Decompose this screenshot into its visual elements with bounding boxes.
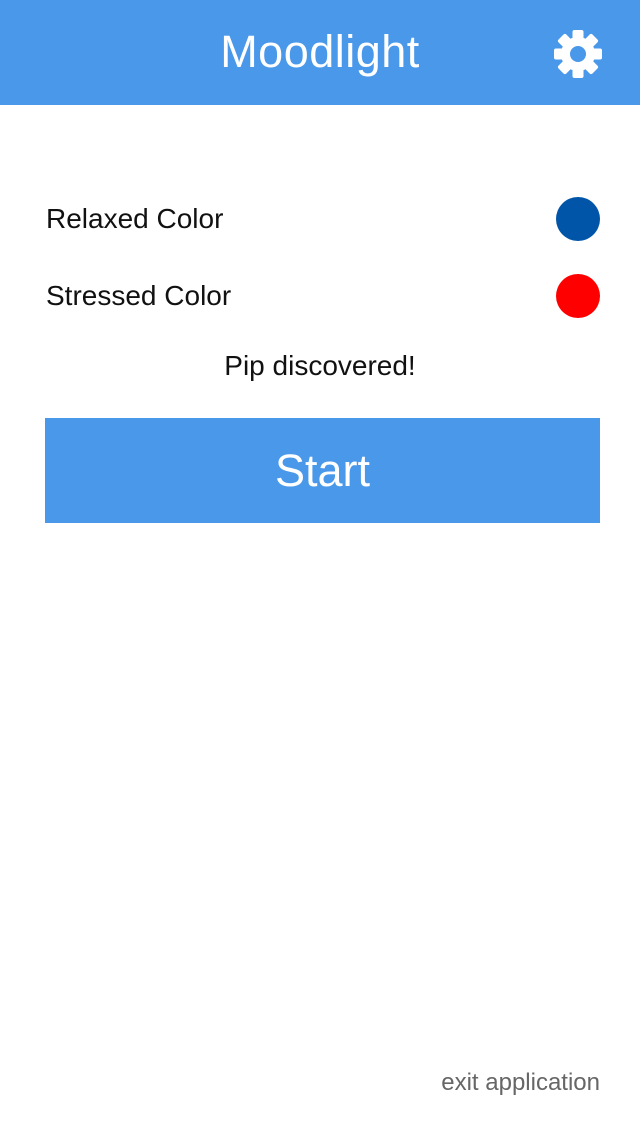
app-header: Moodlight bbox=[0, 0, 640, 105]
settings-button[interactable] bbox=[552, 28, 604, 80]
exit-application-link[interactable]: exit application bbox=[441, 1067, 600, 1099]
gear-icon bbox=[554, 30, 602, 78]
stressed-color-swatch[interactable] bbox=[556, 274, 600, 318]
stressed-color-label: Stressed Color bbox=[46, 280, 232, 311]
app-screen: Moodlight Relaxed Color Stressed Color P… bbox=[0, 0, 640, 1136]
relaxed-color-swatch[interactable] bbox=[556, 197, 600, 241]
app-title: Moodlight bbox=[220, 26, 420, 77]
stressed-color-row: Stressed Color bbox=[46, 274, 600, 318]
relaxed-color-row: Relaxed Color bbox=[46, 197, 600, 241]
relaxed-color-label: Relaxed Color bbox=[46, 203, 224, 234]
status-message: Pip discovered! bbox=[224, 350, 416, 381]
start-button[interactable]: Start bbox=[45, 418, 600, 523]
